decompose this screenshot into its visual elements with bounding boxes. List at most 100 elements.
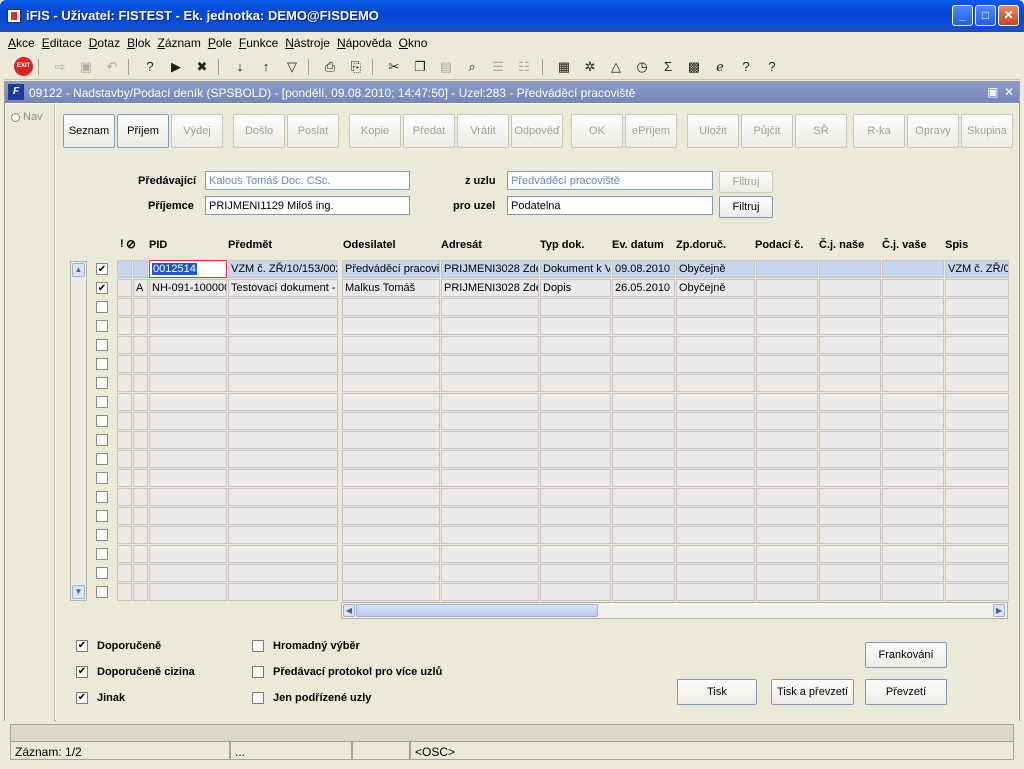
prevzeti-button[interactable]: Převzetí <box>865 679 947 705</box>
cell-attachment[interactable] <box>117 298 132 316</box>
cell-cjnase[interactable] <box>819 564 881 582</box>
cell-spis[interactable] <box>945 564 1009 582</box>
cell-flag[interactable] <box>133 317 148 335</box>
cell-podaci[interactable] <box>756 355 818 373</box>
query-icon[interactable]: ? <box>140 57 160 77</box>
cell-adresat[interactable] <box>441 488 539 506</box>
cell-datum[interactable] <box>612 488 675 506</box>
cell-datum[interactable] <box>612 393 675 411</box>
cell-odesilatel[interactable] <box>342 317 440 335</box>
cell-adresat[interactable] <box>441 431 539 449</box>
cell-cjnase[interactable] <box>819 488 881 506</box>
cell-podaci[interactable] <box>756 469 818 487</box>
row-checkbox[interactable] <box>96 529 108 541</box>
cell-typ[interactable] <box>540 374 611 392</box>
z-uzlu-field[interactable]: Předváděcí pracoviště <box>507 171 713 190</box>
cell-flag[interactable] <box>133 298 148 316</box>
cell-attachment[interactable] <box>117 260 132 278</box>
ulozit-button[interactable]: Uložit <box>687 114 739 148</box>
undo-icon[interactable]: ↶ <box>102 57 122 77</box>
cell-spis[interactable] <box>945 355 1009 373</box>
cell-odesilatel[interactable] <box>342 336 440 354</box>
cell-zpdoruc[interactable] <box>676 469 755 487</box>
cell-predmet[interactable] <box>228 488 338 506</box>
cell-datum[interactable] <box>612 317 675 335</box>
prijemce-field[interactable]: PRIJMENI1129 Miloš ing. <box>205 196 410 215</box>
menu-pole[interactable]: Pole <box>204 32 235 50</box>
cell-odesilatel[interactable] <box>342 488 440 506</box>
cut-icon[interactable]: ✂ <box>384 57 404 77</box>
cell-flag[interactable] <box>133 507 148 525</box>
cell-flag[interactable] <box>133 526 148 544</box>
cell-zpdoruc[interactable] <box>676 317 755 335</box>
vratit-button[interactable]: Vrátit <box>457 114 509 148</box>
cell-adresat[interactable]: PRIJMENI3028 Zdeněk <box>441 279 539 297</box>
cell-spis[interactable] <box>945 393 1009 411</box>
cell-flag[interactable] <box>133 431 148 449</box>
cell-zpdoruc[interactable] <box>676 298 755 316</box>
cell-podaci[interactable] <box>756 336 818 354</box>
header-predmet[interactable]: Předmět <box>228 239 272 251</box>
print-setup-icon[interactable]: ⎘ <box>346 57 366 77</box>
cell-podaci[interactable] <box>756 526 818 544</box>
row-checkbox[interactable] <box>96 415 108 427</box>
cell-adresat[interactable] <box>441 298 539 316</box>
cell-cjvase[interactable] <box>882 450 944 468</box>
sort-desc-icon[interactable]: ↑ <box>256 57 276 77</box>
horizontal-scroll-thumb[interactable] <box>356 604 598 617</box>
cell-datum[interactable] <box>612 526 675 544</box>
print-preview-icon[interactable]: ▣ <box>76 57 96 77</box>
cell-cjnase[interactable] <box>819 374 881 392</box>
cell-typ[interactable] <box>540 469 611 487</box>
cell-spis[interactable] <box>945 298 1009 316</box>
maximize-button[interactable]: □ <box>975 5 996 26</box>
cell-cjvase[interactable] <box>882 469 944 487</box>
cell-typ[interactable] <box>540 336 611 354</box>
cell-zpdoruc[interactable] <box>676 393 755 411</box>
row-checkbox[interactable] <box>96 377 108 389</box>
header-podaci[interactable]: Podací č. <box>755 239 803 251</box>
cell-cjvase[interactable] <box>882 336 944 354</box>
cell-podaci[interactable] <box>756 488 818 506</box>
cell-datum[interactable] <box>612 298 675 316</box>
odpoved-button[interactable]: Odpověď <box>511 114 563 148</box>
cell-typ[interactable] <box>540 526 611 544</box>
cell-typ[interactable]: Dokument k V... <box>540 260 611 278</box>
cell-zpdoruc[interactable]: Obyčejně <box>676 279 755 297</box>
cell-attachment[interactable] <box>117 317 132 335</box>
cell-odesilatel[interactable] <box>342 431 440 449</box>
cell-attachment[interactable] <box>117 374 132 392</box>
cell-predmet[interactable] <box>228 545 338 563</box>
doporucene-checkbox[interactable] <box>76 640 88 652</box>
cell-flag[interactable] <box>133 393 148 411</box>
row-checkbox[interactable] <box>96 434 108 446</box>
inner-titlebar[interactable]: F 09122 - Nadstavby/Podací deník (SPSBOL… <box>5 82 1019 103</box>
cell-zpdoruc[interactable] <box>676 526 755 544</box>
cell-adresat[interactable] <box>441 336 539 354</box>
cell-podaci[interactable] <box>756 260 818 278</box>
cell-predmet[interactable] <box>228 355 338 373</box>
cell-attachment[interactable] <box>117 488 132 506</box>
cell-odesilatel[interactable] <box>342 450 440 468</box>
row-checkbox[interactable] <box>96 453 108 465</box>
cell-cjvase[interactable] <box>882 355 944 373</box>
filtruj-z-uzlu-button[interactable]: Filtruj <box>719 171 773 193</box>
insert-row-icon[interactable]: ☰ <box>488 57 508 77</box>
cell-predmet[interactable] <box>228 412 338 430</box>
cell-attachment[interactable] <box>117 526 132 544</box>
cell-odesilatel[interactable] <box>342 412 440 430</box>
menu-okno[interactable]: Okno <box>395 32 431 50</box>
cell-flag[interactable] <box>133 374 148 392</box>
cell-zpdoruc[interactable] <box>676 564 755 582</box>
row-checkbox[interactable] <box>96 567 108 579</box>
header-datum[interactable]: Ev. datum <box>612 239 664 251</box>
cell-odesilatel[interactable] <box>342 355 440 373</box>
cell-spis[interactable] <box>945 526 1009 544</box>
cell-spis[interactable] <box>945 279 1009 297</box>
cell-pid[interactable]: NH-091-100000 <box>149 279 227 297</box>
cell-odesilatel[interactable] <box>342 583 440 601</box>
cell-flag[interactable] <box>133 564 148 582</box>
cell-zpdoruc[interactable] <box>676 355 755 373</box>
cell-cjvase[interactable] <box>882 393 944 411</box>
query-cancel-icon[interactable]: ✖ <box>192 57 212 77</box>
